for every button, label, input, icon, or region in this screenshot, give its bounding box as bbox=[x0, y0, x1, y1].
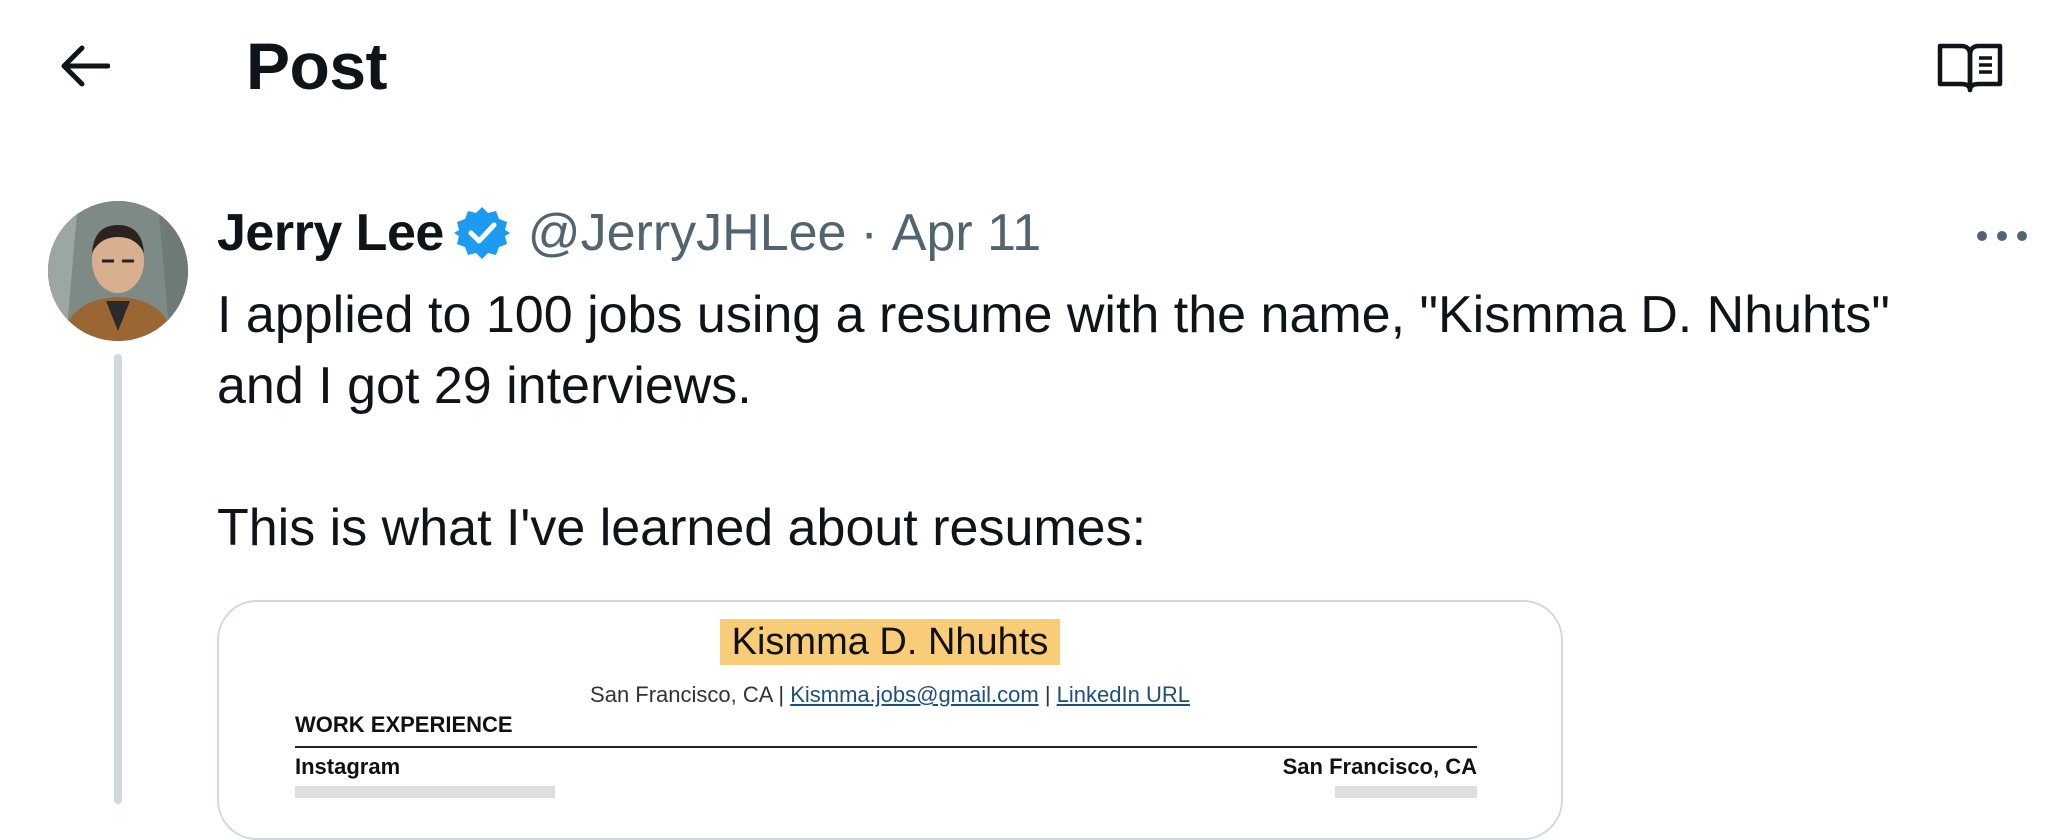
reader-mode-button[interactable] bbox=[1930, 32, 2010, 104]
more-horizontal-icon bbox=[1977, 231, 2027, 241]
page-title: Post bbox=[246, 29, 388, 103]
resume-linkedin: LinkedIn URL bbox=[1056, 682, 1190, 707]
post-media-image[interactable]: Kismma D. Nhuhts San Francisco, CA | Kis… bbox=[217, 600, 1563, 840]
resume-company-location: San Francisco, CA bbox=[1282, 754, 1477, 779]
avatar-photo bbox=[48, 201, 188, 341]
resume-email: Kismma.jobs@gmail.com bbox=[790, 682, 1039, 707]
more-options-button[interactable] bbox=[1970, 212, 2034, 260]
verified-badge-icon bbox=[453, 205, 510, 261]
resume-divider: | bbox=[1044, 682, 1051, 707]
book-open-icon bbox=[1937, 43, 2003, 93]
avatar[interactable] bbox=[48, 201, 188, 341]
resume-location: San Francisco, CA bbox=[590, 682, 773, 707]
resume-company: Instagram bbox=[295, 754, 401, 779]
meta-separator: · bbox=[860, 204, 878, 262]
resume-divider: | bbox=[778, 682, 785, 707]
resume-divider-rule bbox=[295, 746, 1477, 748]
resume-name-text: Kismma D. Nhuhts bbox=[719, 619, 1061, 665]
post-text: I applied to 100 jobs using a resume wit… bbox=[217, 286, 1890, 557]
back-button[interactable] bbox=[44, 32, 124, 100]
resume-name: Kismma D. Nhuhts bbox=[219, 618, 1561, 666]
arrow-left-icon bbox=[61, 45, 110, 87]
top-bar: Post bbox=[0, 0, 2054, 135]
resume-preview: Kismma D. Nhuhts San Francisco, CA | Kis… bbox=[219, 602, 1561, 838]
thread-connector bbox=[114, 354, 122, 804]
resume-section-title: WORK EXPERIENCE bbox=[295, 712, 513, 737]
author-handle[interactable]: @JerryJHLee bbox=[528, 203, 847, 263]
author-name[interactable]: Jerry Lee bbox=[217, 203, 444, 263]
resume-cutoff-line bbox=[295, 786, 1477, 798]
post-header: Jerry Lee @JerryJHLee · Apr 11 bbox=[217, 200, 1041, 266]
resume-contact-line: San Francisco, CA | Kismma.jobs@gmail.co… bbox=[219, 682, 1561, 708]
post-date[interactable]: Apr 11 bbox=[892, 203, 1041, 263]
